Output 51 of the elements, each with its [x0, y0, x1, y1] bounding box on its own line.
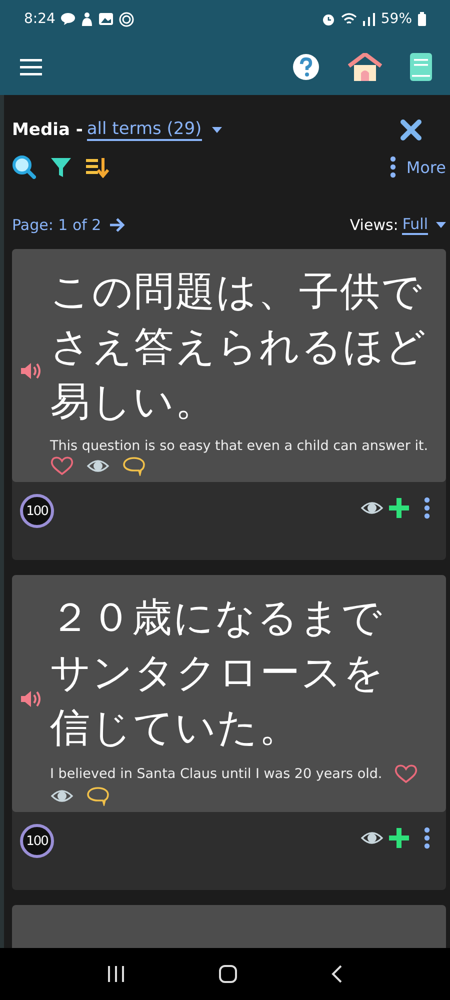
- views-dropdown[interactable]: Full: [402, 215, 428, 235]
- home-button-icon[interactable]: [218, 964, 238, 984]
- battery-level: 59%: [380, 11, 412, 27]
- battery-icon: [418, 12, 426, 26]
- wifi-icon: [340, 13, 357, 25]
- section-title: Media -: [12, 120, 83, 140]
- help-icon[interactable]: [292, 52, 320, 80]
- comment-icon[interactable]: [86, 786, 110, 806]
- heart-icon[interactable]: [394, 764, 418, 784]
- caret-icon[interactable]: [436, 222, 446, 228]
- sort-icon[interactable]: [86, 156, 110, 178]
- page-indicator: Page: 1 of 2: [12, 216, 102, 234]
- image-icon: [99, 13, 114, 25]
- next-arrow-icon[interactable]: [109, 218, 126, 232]
- japanese-sentence: この問題は、子供で さえ答えられるほど 易しい。: [50, 268, 428, 427]
- chat-icon: [61, 13, 76, 25]
- caret-icon[interactable]: [212, 127, 222, 133]
- filter-icon[interactable]: [50, 156, 72, 178]
- add-icon[interactable]: [388, 827, 410, 849]
- search-icon[interactable]: [12, 155, 36, 179]
- eye-icon[interactable]: [360, 500, 384, 516]
- speaker-icon[interactable]: [20, 688, 42, 708]
- more-button[interactable]: More: [406, 158, 446, 176]
- score-badge: 100: [20, 494, 54, 528]
- comment-icon[interactable]: [122, 456, 146, 476]
- heart-icon[interactable]: [50, 456, 74, 476]
- score-badge: 100: [20, 824, 54, 858]
- eye-icon[interactable]: [50, 788, 74, 804]
- more-icon[interactable]: [424, 827, 430, 849]
- signal-icon: [362, 12, 375, 26]
- status-time: 8:24: [24, 11, 56, 27]
- japanese-sentence: ２０歳になるまで サンタクロースを 信じていた。: [50, 594, 386, 753]
- person-icon: [81, 12, 94, 26]
- eye-icon[interactable]: [86, 458, 110, 474]
- speaker-icon[interactable]: [20, 360, 42, 380]
- terms-filter-link[interactable]: all terms (29): [86, 119, 202, 141]
- book-icon[interactable]: [410, 52, 432, 80]
- close-icon[interactable]: [400, 119, 422, 141]
- english-translation: I believed in Santa Claus until I was 20 years old.: [50, 766, 382, 782]
- recent-apps-icon[interactable]: [106, 965, 125, 983]
- english-translation: This question is so easy that even a child can answer it.: [50, 438, 428, 454]
- views-label: Views:: [350, 216, 398, 234]
- back-icon[interactable]: [331, 965, 344, 983]
- eye-icon[interactable]: [360, 830, 384, 846]
- alarm-icon: [322, 12, 335, 26]
- add-icon[interactable]: [388, 497, 410, 519]
- menu-icon[interactable]: [20, 58, 42, 76]
- more-icon[interactable]: [390, 156, 396, 178]
- home-icon[interactable]: [348, 52, 382, 80]
- more-icon[interactable]: [424, 497, 430, 519]
- circle-icon: [119, 12, 134, 26]
